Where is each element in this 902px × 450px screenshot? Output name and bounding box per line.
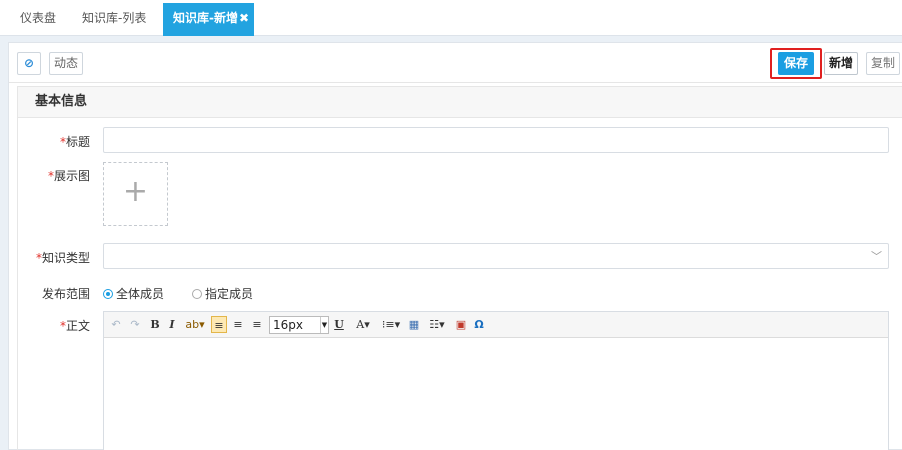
- table-icon[interactable]: ▦: [408, 316, 420, 333]
- tab-bar: 仪表盘 知识库-列表 知识库-新增✖: [0, 0, 902, 36]
- align-center-icon[interactable]: ≡: [231, 316, 245, 333]
- radio-specified-members[interactable]: 指定成员: [192, 285, 253, 302]
- copy-button[interactable]: 复制: [866, 52, 900, 75]
- toolbar: ⊘ 动态 保存 新增 复制: [9, 43, 902, 83]
- unordered-list-icon[interactable]: ☷▾: [426, 316, 448, 333]
- font-size-select[interactable]: 16px ▼: [269, 316, 329, 334]
- save-button[interactable]: 保存: [778, 52, 814, 75]
- image-upload[interactable]: +: [103, 162, 168, 226]
- rich-text-editor: ↶ ↷ B I ab▾ ≡ ≡ ≡ 16px ▼ U A▾ ⁝≡▾ ▦ ☷▾ ▣ …: [103, 311, 889, 450]
- scope-label: 发布范围: [41, 287, 90, 301]
- undo-icon[interactable]: ↶: [110, 316, 122, 333]
- tab-dashboard[interactable]: 仪表盘: [20, 3, 56, 36]
- italic-icon[interactable]: I: [167, 316, 177, 333]
- type-select[interactable]: ﹀: [103, 243, 889, 269]
- special-char-icon[interactable]: Ω: [473, 316, 485, 333]
- editor-body[interactable]: [104, 338, 888, 450]
- dynamic-button[interactable]: 动态: [49, 52, 83, 75]
- editor-toolbar: ↶ ↷ B I ab▾ ≡ ≡ ≡ 16px ▼ U A▾ ⁝≡▾ ▦ ☷▾ ▣ …: [104, 312, 888, 338]
- basic-info-form: 基本信息 *标题 *展示图 + *知识类型 ﹀ 发布范围 全体成员 指定成员 *…: [17, 86, 902, 450]
- image-icon[interactable]: ▣: [454, 316, 468, 333]
- add-button[interactable]: 新增: [824, 52, 858, 75]
- section-title: 基本信息: [18, 87, 902, 118]
- main-panel: ⊘ 动态 保存 新增 复制 基本信息 *标题 *展示图 + *知识类型 ﹀ 发布…: [8, 42, 902, 450]
- chevron-down-icon: ▼: [320, 317, 328, 333]
- highlight-icon[interactable]: ab▾: [184, 316, 206, 333]
- eraser-icon[interactable]: ⊘: [17, 52, 41, 75]
- underline-icon[interactable]: U: [333, 316, 345, 333]
- radio-all-members[interactable]: 全体成员: [103, 285, 164, 302]
- align-right-icon[interactable]: ≡: [250, 316, 264, 333]
- plus-icon: +: [122, 174, 149, 209]
- font-color-icon[interactable]: A▾: [353, 316, 373, 333]
- redo-icon[interactable]: ↷: [129, 316, 141, 333]
- radio-checked-icon: [103, 289, 113, 299]
- tab-label: 知识库-新增: [173, 11, 238, 25]
- ordered-list-icon[interactable]: ⁝≡▾: [380, 316, 402, 333]
- type-label: *知识类型: [35, 251, 90, 265]
- close-icon[interactable]: ✖: [238, 3, 250, 33]
- radio-unchecked-icon: [192, 289, 202, 299]
- bold-icon[interactable]: B: [149, 316, 161, 333]
- tab-knowledge-list[interactable]: 知识库-列表: [82, 3, 146, 36]
- title-input[interactable]: [103, 127, 889, 153]
- body-label: *正文: [59, 319, 90, 333]
- tab-knowledge-new[interactable]: 知识库-新增✖: [163, 3, 254, 36]
- title-label: *标题: [59, 135, 90, 149]
- chevron-down-icon: ﹀: [871, 250, 882, 263]
- align-left-icon[interactable]: ≡: [211, 316, 227, 333]
- image-label: *展示图: [47, 169, 90, 183]
